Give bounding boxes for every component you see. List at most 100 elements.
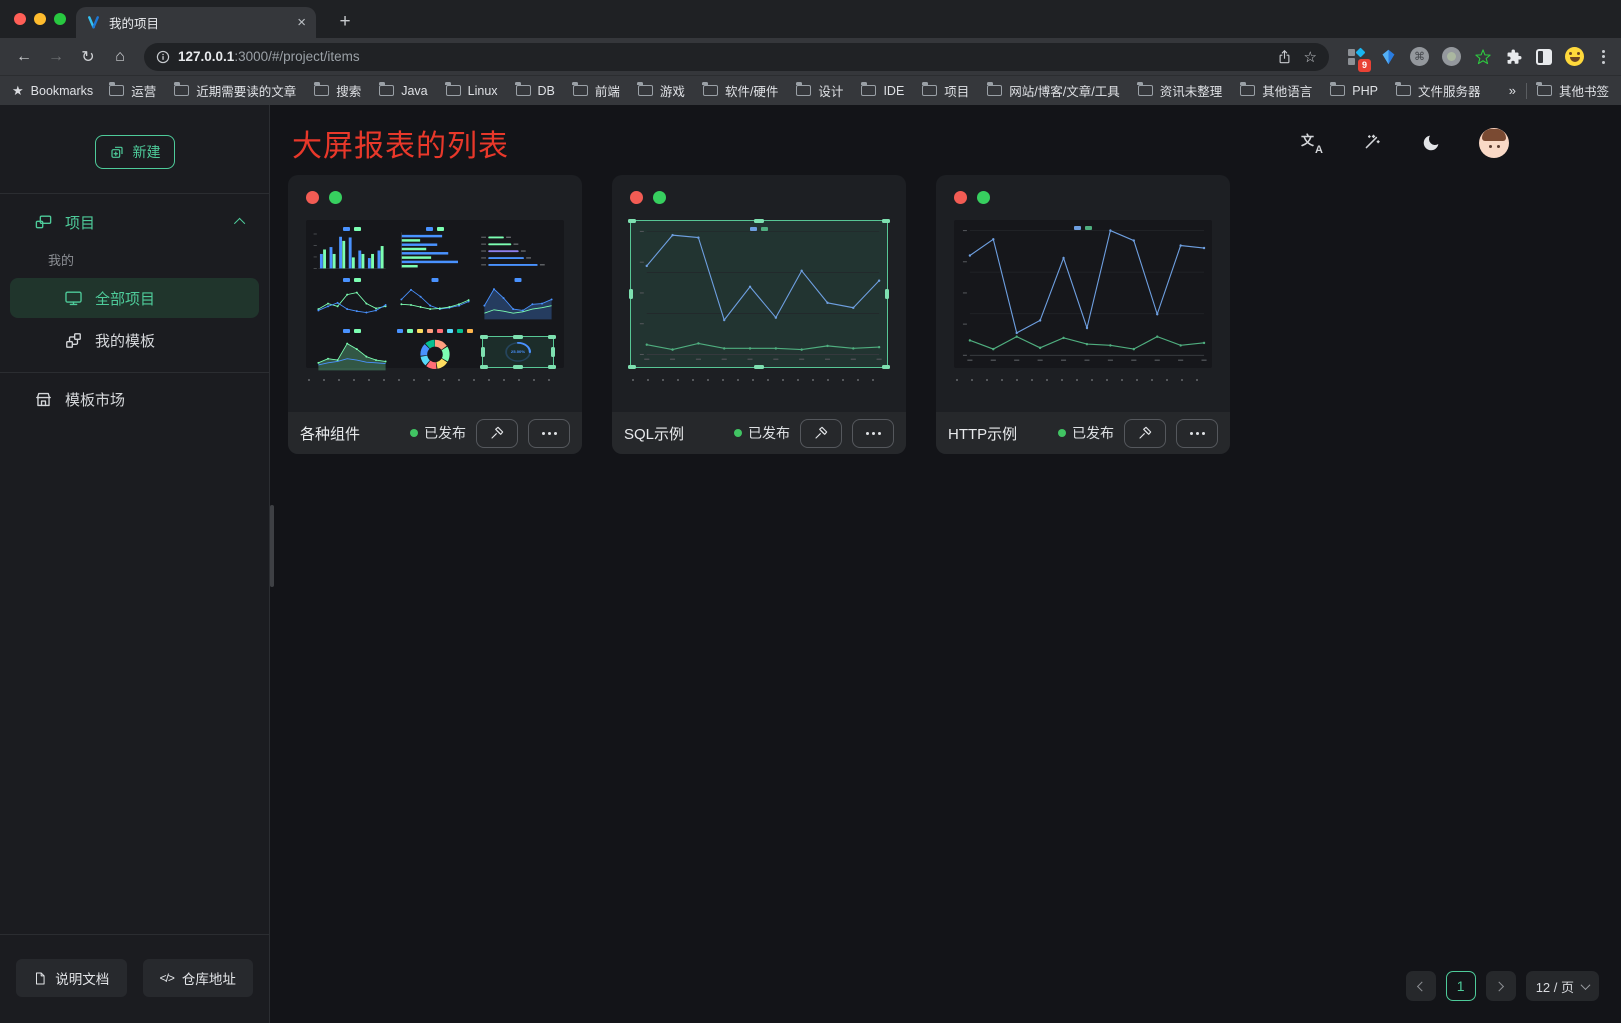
hammer-icon xyxy=(813,425,829,441)
edit-project-button[interactable] xyxy=(476,419,518,448)
sidebar-group-project[interactable]: 项目 xyxy=(0,202,269,242)
project-preview[interactable] xyxy=(630,220,888,368)
language-toggle-icon[interactable]: 文A xyxy=(1301,132,1323,154)
sidebar-item-all-projects[interactable]: 全部项目 xyxy=(10,278,259,318)
page-title: 大屏报表的列表 xyxy=(292,121,509,165)
mini-gauge-chart: 25.00% xyxy=(478,328,558,376)
folder-icon xyxy=(1537,85,1552,96)
sidebar-item-my-templates[interactable]: 我的模板 xyxy=(10,320,259,360)
emoji-extension-icon[interactable] xyxy=(1565,47,1584,66)
edit-project-button[interactable] xyxy=(800,419,842,448)
bookmark-folder[interactable]: PHP xyxy=(1330,84,1378,98)
repo-button[interactable]: </> 仓库地址 xyxy=(143,959,254,997)
new-tab-button[interactable]: + xyxy=(332,9,358,35)
red-dot xyxy=(630,191,643,204)
bookmark-folder[interactable]: 资讯未整理 xyxy=(1138,81,1223,100)
forward-button[interactable]: → xyxy=(42,43,70,71)
bookmarks-root[interactable]: ★ Bookmarks xyxy=(12,83,93,99)
bookmark-folder[interactable]: DB xyxy=(516,84,555,98)
mini-bar-chart xyxy=(312,226,392,274)
bookmark-folder[interactable]: 游戏 xyxy=(638,81,685,100)
chevron-up-icon[interactable] xyxy=(234,218,245,229)
bookmark-folder[interactable]: 运营 xyxy=(109,81,156,100)
reload-button[interactable]: ↻ xyxy=(74,43,102,71)
close-window-button[interactable] xyxy=(14,13,26,25)
more-actions-button[interactable] xyxy=(528,419,570,448)
folder-icon xyxy=(109,85,124,96)
side-panel-extension-icon[interactable] xyxy=(1536,49,1552,65)
bookmark-folder[interactable]: 搜索 xyxy=(314,81,361,100)
project-card: 25.00% 各种组件 已发布 xyxy=(288,175,582,454)
window-controls xyxy=(14,13,66,25)
status-dot xyxy=(1058,429,1066,437)
project-card: HTTP示例 已发布 xyxy=(936,175,1230,454)
more-actions-button[interactable] xyxy=(1176,419,1218,448)
status-badge: 已发布 xyxy=(410,423,466,443)
folder-icon xyxy=(638,85,653,96)
magic-wand-icon[interactable] xyxy=(1359,131,1383,155)
folder-icon xyxy=(796,85,811,96)
bookmark-folder[interactable]: 其他语言 xyxy=(1240,81,1312,100)
card-window-dots xyxy=(630,191,906,204)
mini-area-chart xyxy=(478,277,558,325)
current-page-button[interactable]: 1 xyxy=(1446,971,1476,1001)
folder-icon xyxy=(573,85,588,96)
ellipsis-icon xyxy=(1190,432,1205,435)
project-card: SQL示例 已发布 xyxy=(612,175,906,454)
command-extension-icon[interactable]: ⌘ xyxy=(1410,47,1429,66)
page-size-select[interactable]: 12 / 页 xyxy=(1526,971,1599,1001)
blocks-extension-icon[interactable]: 9 xyxy=(1347,47,1367,67)
browser-tab[interactable]: 我的项目 × xyxy=(76,7,316,38)
project-preview[interactable]: 25.00% xyxy=(306,220,564,368)
bookmark-folder[interactable]: 网站/博客/文章/工具 xyxy=(987,81,1119,100)
gem-extension-icon[interactable] xyxy=(1380,48,1397,66)
minimize-window-button[interactable] xyxy=(34,13,46,25)
site-info-icon[interactable] xyxy=(156,50,170,64)
other-bookmarks-folder[interactable]: 其他书签 xyxy=(1537,81,1609,100)
status-dot xyxy=(410,429,418,437)
docs-button[interactable]: 说明文档 xyxy=(16,959,127,997)
dark-mode-moon-icon[interactable] xyxy=(1419,131,1443,155)
green-star-extension-icon[interactable] xyxy=(1474,48,1492,66)
folder-icon xyxy=(987,85,1002,96)
scrollbar-thumb[interactable] xyxy=(270,505,274,587)
next-page-button[interactable] xyxy=(1486,971,1516,1001)
new-project-button[interactable]: 新建 xyxy=(95,135,175,169)
line-chart-thumbnail xyxy=(631,221,887,367)
bookmark-folder-list: 运营近期需要读的文章搜索 Java Linux DB 前端游戏软件/硬件设计 IDE 项目网… xyxy=(109,81,1499,100)
home-button[interactable]: ⌂ xyxy=(106,43,134,71)
zoom-window-button[interactable] xyxy=(54,13,66,25)
extensions-puzzle-icon[interactable] xyxy=(1505,48,1523,66)
mini-donut-chart xyxy=(395,328,475,376)
main-content: 大屏报表的列表 文A xyxy=(270,105,1621,1023)
folder-icon xyxy=(1330,85,1345,96)
sidebar-item-template-market[interactable]: 模板市场 xyxy=(0,379,269,419)
bookmark-folder[interactable]: 软件/硬件 xyxy=(703,81,778,100)
share-icon[interactable] xyxy=(1277,49,1292,65)
bookmark-folder[interactable]: 项目 xyxy=(922,81,969,100)
folder-icon xyxy=(1396,85,1411,96)
bookmark-folder[interactable]: 文件服务器 xyxy=(1396,81,1481,100)
dotted-separator xyxy=(956,379,1210,381)
bookmark-folder[interactable]: Java xyxy=(379,84,427,98)
back-button[interactable]: ← xyxy=(10,43,38,71)
recorder-extension-icon[interactable] xyxy=(1442,47,1461,66)
bookmarks-label: Bookmarks xyxy=(31,84,94,98)
bookmark-folder[interactable]: 近期需要读的文章 xyxy=(174,81,296,100)
edit-project-button[interactable] xyxy=(1124,419,1166,448)
bookmark-folder[interactable]: 设计 xyxy=(796,81,843,100)
prev-page-button[interactable] xyxy=(1406,971,1436,1001)
address-bar[interactable]: 127.0.0.1:3000/#/project/items ☆ xyxy=(144,43,1329,71)
bookmark-star-icon[interactable]: ☆ xyxy=(1304,48,1317,66)
bookmarks-bar: ★ Bookmarks 运营近期需要读的文章搜索 Java Linux DB 前端游戏软… xyxy=(0,75,1621,105)
more-actions-button[interactable] xyxy=(852,419,894,448)
bookmark-folder[interactable]: Linux xyxy=(446,84,498,98)
bookmark-folder[interactable]: 前端 xyxy=(573,81,620,100)
folder-icon xyxy=(379,85,394,96)
tab-close-icon[interactable]: × xyxy=(297,15,306,30)
user-avatar[interactable] xyxy=(1479,128,1509,158)
project-preview[interactable] xyxy=(954,220,1212,368)
browser-menu-icon[interactable] xyxy=(1596,50,1611,64)
bookmark-folder[interactable]: IDE xyxy=(861,84,904,98)
bookmarks-overflow-button[interactable]: » xyxy=(1499,83,1526,98)
